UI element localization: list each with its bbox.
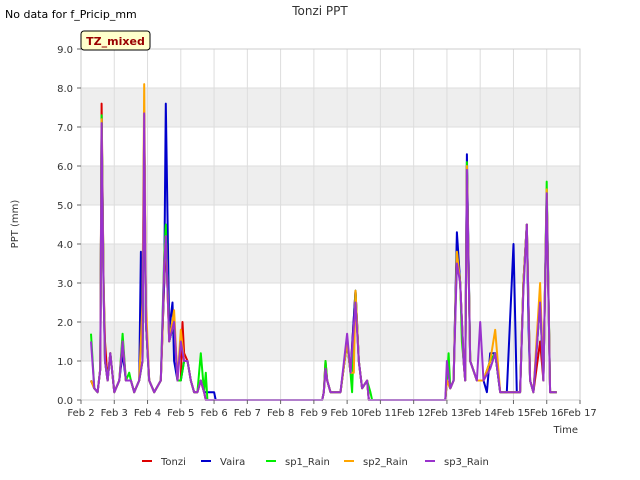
x-tick-label: Feb 10 bbox=[330, 408, 364, 419]
x-tick-label: Feb 3 bbox=[101, 408, 128, 419]
x-tick-label: Feb 7 bbox=[234, 408, 261, 419]
x-tick-label: Feb 5 bbox=[167, 408, 194, 419]
background-band bbox=[81, 166, 580, 205]
x-tick-label: Feb 14 bbox=[463, 408, 497, 419]
y-tick-label: 3.0 bbox=[57, 279, 73, 290]
y-tick-label: 5.0 bbox=[57, 201, 73, 212]
x-tick-label: Feb 12 bbox=[397, 408, 431, 419]
x-tick-label: Feb 17 bbox=[563, 408, 597, 419]
annotation-text: TZ_mixed bbox=[86, 35, 145, 48]
background-band bbox=[81, 88, 580, 127]
x-tick-label: Feb 13 bbox=[430, 408, 464, 419]
x-tick-label: Feb 6 bbox=[200, 408, 227, 419]
y-tick-label: 8.0 bbox=[57, 84, 73, 95]
chart-title: Tonzi PPT bbox=[291, 4, 348, 18]
legend-label: Tonzi bbox=[160, 457, 186, 468]
x-tick-label: Feb 16 bbox=[530, 408, 564, 419]
no-data-notice: No data for f_Pricip_mm bbox=[5, 8, 137, 21]
x-tick-label: Feb 11 bbox=[364, 408, 398, 419]
y-tick-label: 0.0 bbox=[57, 396, 73, 407]
legend-label: Vaira bbox=[220, 457, 245, 468]
x-axis-label: Time bbox=[553, 425, 578, 436]
x-tick-label: Feb 2 bbox=[67, 408, 94, 419]
y-axis-ticks: 0.0 1.0 2.0 3.0 4.0 5.0 6.0 7.0 8.0 9.0 bbox=[57, 45, 81, 407]
legend-label: sp3_Rain bbox=[444, 457, 489, 468]
ppt-chart: No data for f_Pricip_mm Tonzi PPT 0.0 1.0… bbox=[5, 4, 597, 468]
x-axis-ticks: Feb 2 Feb 3 Feb 4 Feb 5 Feb 6 Feb 7 Feb 8 Feb 9… bbox=[67, 400, 597, 419]
legend-label: sp1_Rain bbox=[285, 457, 330, 468]
y-tick-label: 1.0 bbox=[57, 357, 73, 368]
x-tick-label: Feb 4 bbox=[134, 408, 161, 419]
background-bands bbox=[81, 49, 580, 400]
y-axis-label: PPT (mm) bbox=[10, 200, 21, 249]
background-band bbox=[81, 322, 580, 361]
background-band bbox=[81, 244, 580, 283]
plot-area bbox=[80, 48, 581, 401]
annotation-box: TZ_mixed bbox=[80, 30, 151, 51]
y-tick-label: 7.0 bbox=[57, 123, 73, 134]
y-tick-label: 6.0 bbox=[57, 162, 73, 173]
x-tick-label: Feb 15 bbox=[497, 408, 531, 419]
y-tick-label: 4.0 bbox=[57, 240, 73, 251]
x-tick-label: Feb 9 bbox=[300, 408, 327, 419]
y-tick-label: 9.0 bbox=[57, 45, 73, 56]
legend: Tonzi Vaira sp1_Rain sp2_Rain sp3_Rain bbox=[142, 457, 489, 468]
legend-label: sp2_Rain bbox=[363, 457, 408, 468]
y-tick-label: 2.0 bbox=[57, 318, 73, 329]
x-tick-label: Feb 8 bbox=[267, 408, 294, 419]
